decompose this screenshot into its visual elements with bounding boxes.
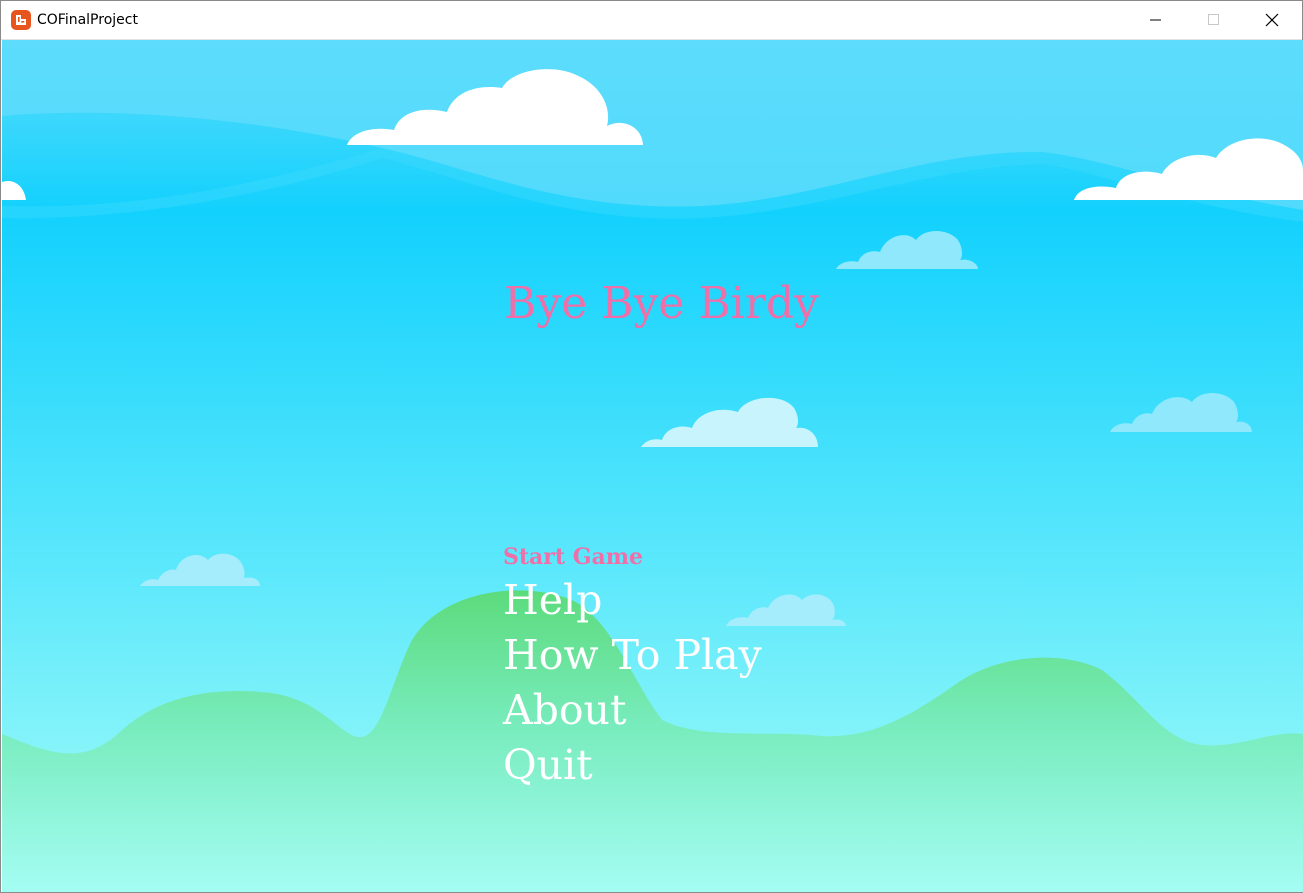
close-button[interactable] <box>1243 1 1301 39</box>
menu-item-about[interactable]: About <box>503 683 762 738</box>
main-menu: Start Game Help How To Play About Quit <box>503 540 762 793</box>
menu-item-help[interactable]: Help <box>503 573 762 628</box>
minimize-button[interactable] <box>1127 1 1185 39</box>
game-window: COFinalProject Bye Bye Birdy Start Game … <box>0 0 1303 893</box>
menu-item-how-to-play[interactable]: How To Play <box>503 628 762 683</box>
maximize-button[interactable] <box>1185 1 1243 39</box>
maximize-icon <box>1208 14 1219 25</box>
menu-item-start-game[interactable]: Start Game <box>503 540 762 573</box>
game-title: Bye Bye Birdy <box>504 278 819 329</box>
game-canvas[interactable]: Bye Bye Birdy Start Game Help How To Pla… <box>2 40 1303 892</box>
window-title: COFinalProject <box>37 12 138 28</box>
close-icon <box>1265 13 1279 27</box>
minimize-icon <box>1150 19 1161 21</box>
menu-item-quit[interactable]: Quit <box>503 738 762 793</box>
monogame-icon <box>11 10 31 30</box>
title-bar[interactable]: COFinalProject <box>1 1 1302 40</box>
